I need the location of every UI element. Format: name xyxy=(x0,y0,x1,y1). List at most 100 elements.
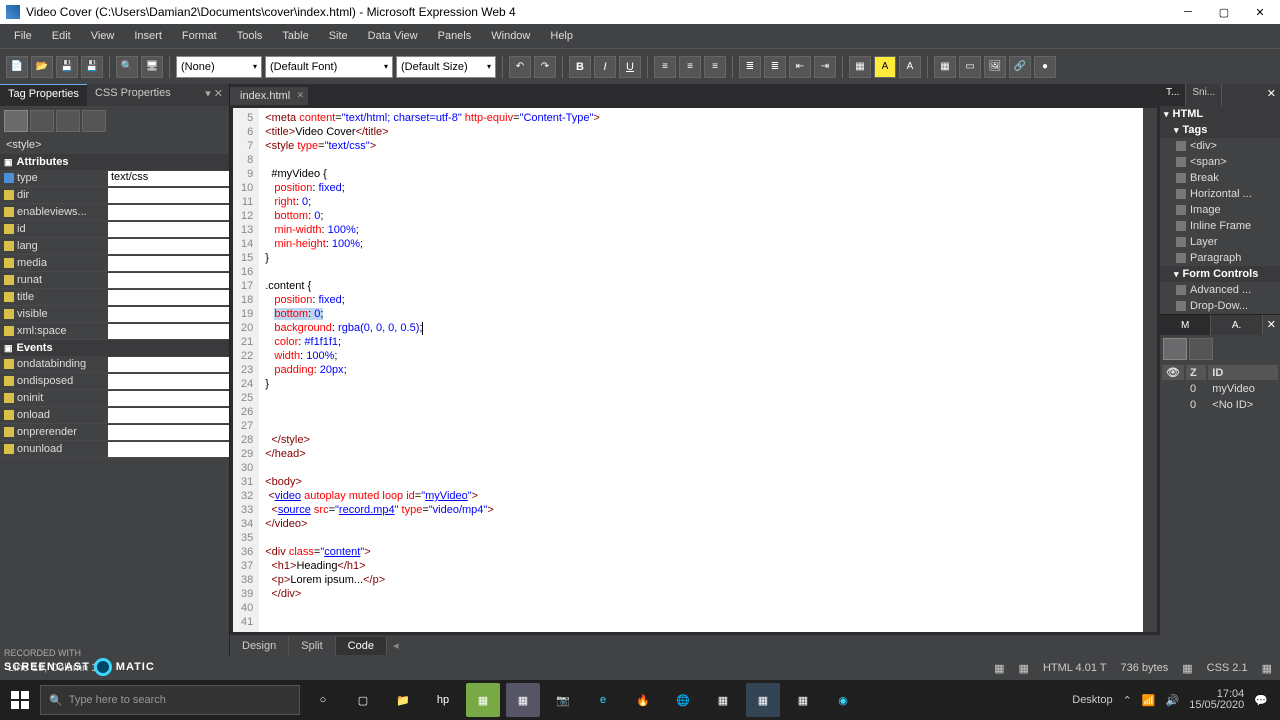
numbering-button[interactable]: ≣ xyxy=(764,56,786,78)
app-icon-5[interactable]: ▦ xyxy=(786,683,820,717)
app-icon-3[interactable]: 🔥 xyxy=(626,683,660,717)
taskbar-search[interactable]: 🔍 Type here to search xyxy=(40,685,300,715)
picture-button[interactable]: 🖼 xyxy=(984,56,1006,78)
attr-row-dir[interactable]: dir xyxy=(0,187,229,204)
toolbox-tags-header[interactable]: ▾Tags xyxy=(1160,122,1280,138)
align-right-button[interactable]: ≡ xyxy=(704,56,726,78)
status-schema-icon[interactable]: ▦ xyxy=(1182,662,1192,675)
toolbox-item[interactable]: Break xyxy=(1160,170,1280,186)
edge-icon[interactable]: e xyxy=(586,683,620,717)
event-row-ondisposed[interactable]: ondisposed xyxy=(0,373,229,390)
align-left-button[interactable]: ≡ xyxy=(654,56,676,78)
highlight-button[interactable]: A xyxy=(874,56,896,78)
attr-row-runat[interactable]: runat xyxy=(0,272,229,289)
bullets-button[interactable]: ≣ xyxy=(739,56,761,78)
camera-icon[interactable]: 📷 xyxy=(546,683,580,717)
menu-window[interactable]: Window xyxy=(481,27,540,45)
notifications-icon[interactable]: 💬 xyxy=(1254,694,1268,707)
toolbox-item[interactable]: <div> xyxy=(1160,138,1280,154)
show-set-button[interactable] xyxy=(56,110,80,132)
app-icon-1[interactable]: ▦ xyxy=(466,683,500,717)
tab-css-properties[interactable]: CSS Properties xyxy=(87,84,179,106)
panel-close-button[interactable]: ✕ xyxy=(1263,315,1280,335)
style-select[interactable]: (None)▾ xyxy=(176,56,262,78)
layer-row[interactable]: 0<No ID> xyxy=(1162,398,1278,412)
tab-tag-properties[interactable]: Tag Properties xyxy=(0,84,87,106)
view-tab-design[interactable]: Design xyxy=(230,637,289,655)
view-tab-split[interactable]: Split xyxy=(289,637,335,655)
view-scroll-left[interactable]: ◂ xyxy=(387,639,405,652)
preview-button[interactable]: 🔍 xyxy=(116,56,138,78)
menu-data-view[interactable]: Data View xyxy=(358,27,428,45)
underline-button[interactable]: U xyxy=(619,56,641,78)
menu-panels[interactable]: Panels xyxy=(428,27,482,45)
chrome-icon[interactable]: 🌐 xyxy=(666,683,700,717)
status-doctype[interactable]: HTML 4.01 T xyxy=(1043,662,1107,674)
view-tab-code[interactable]: Code xyxy=(336,637,387,655)
tray-chevron-icon[interactable]: ⌃ xyxy=(1123,694,1132,707)
font-select[interactable]: (Default Font)▾ xyxy=(265,56,393,78)
attr-row-type[interactable]: typetext/css xyxy=(0,170,229,187)
minimize-button[interactable]: ─ xyxy=(1174,3,1202,21)
cortana-button[interactable]: ○ xyxy=(306,683,340,717)
more-button[interactable]: ● xyxy=(1034,56,1056,78)
expression-web-icon[interactable]: ▦ xyxy=(746,683,780,717)
bold-button[interactable]: B xyxy=(569,56,591,78)
panel-close-button[interactable]: ▾ ✕ xyxy=(199,84,229,106)
task-view-button[interactable]: ▢ xyxy=(346,683,380,717)
indent-button[interactable]: ⇥ xyxy=(814,56,836,78)
toolbox-item[interactable]: Image xyxy=(1160,202,1280,218)
menu-help[interactable]: Help xyxy=(540,27,583,45)
italic-button[interactable]: I xyxy=(594,56,616,78)
outdent-button[interactable]: ⇤ xyxy=(789,56,811,78)
font-color-button[interactable]: A xyxy=(899,56,921,78)
status-mode-icon[interactable]: ▦ xyxy=(1019,662,1029,675)
attr-row-xml:space[interactable]: xml:space xyxy=(0,323,229,340)
event-row-ondatabinding[interactable]: ondatabinding xyxy=(0,356,229,373)
show-categorized-button[interactable] xyxy=(4,110,28,132)
save-button[interactable]: 💾 xyxy=(56,56,78,78)
layers-button[interactable]: ▭ xyxy=(959,56,981,78)
toolbox-item[interactable]: Horizontal ... xyxy=(1160,186,1280,202)
tab-snippets[interactable]: Sni... xyxy=(1186,84,1222,106)
undo-button[interactable]: ↶ xyxy=(509,56,531,78)
new-page-button[interactable]: 📄 xyxy=(6,56,28,78)
menu-table[interactable]: Table xyxy=(272,27,318,45)
attr-row-media[interactable]: media xyxy=(0,255,229,272)
menu-format[interactable]: Format xyxy=(172,27,227,45)
toolbox-item[interactable]: Paragraph xyxy=(1160,250,1280,266)
menu-edit[interactable]: Edit xyxy=(42,27,81,45)
show-alphabetical-button[interactable] xyxy=(30,110,54,132)
align-center-button[interactable]: ≡ xyxy=(679,56,701,78)
borders-button[interactable]: ▦ xyxy=(849,56,871,78)
toolbox-form-header[interactable]: ▾Form Controls xyxy=(1160,266,1280,282)
status-errors-icon[interactable]: ▦ xyxy=(1262,662,1272,675)
code-editor[interactable]: <meta content="text/html; charset=utf-8"… xyxy=(259,108,1143,632)
attr-row-lang[interactable]: lang xyxy=(0,238,229,255)
panel-close-button[interactable]: ✕ xyxy=(1263,84,1280,106)
event-row-oninit[interactable]: oninit xyxy=(0,390,229,407)
layers-options-button[interactable] xyxy=(1189,338,1213,360)
attr-row-id[interactable]: id xyxy=(0,221,229,238)
menu-file[interactable]: File xyxy=(4,27,42,45)
start-button[interactable] xyxy=(6,686,34,714)
tables-button[interactable]: ▦ xyxy=(934,56,956,78)
layer-row[interactable]: 0myVideo xyxy=(1162,382,1278,396)
toolbox-item[interactable]: <span> xyxy=(1160,154,1280,170)
tray-volume-icon[interactable]: 🔊 xyxy=(1166,694,1180,707)
event-row-onunload[interactable]: onunload xyxy=(0,441,229,458)
save-all-button[interactable]: 💾 xyxy=(81,56,103,78)
event-row-onprerender[interactable]: onprerender xyxy=(0,424,229,441)
menu-view[interactable]: View xyxy=(81,27,125,45)
tray-network-icon[interactable]: 📶 xyxy=(1142,694,1156,707)
size-select[interactable]: (Default Size)▾ xyxy=(396,56,496,78)
attr-row-visible[interactable]: visible xyxy=(0,306,229,323)
tab-manage-styles[interactable]: M xyxy=(1160,315,1211,335)
open-button[interactable]: 📂 xyxy=(31,56,53,78)
toolbox-html-header[interactable]: ▾HTML xyxy=(1160,106,1280,122)
layers-view-button[interactable] xyxy=(1163,338,1187,360)
attributes-header[interactable]: ▣Attributes xyxy=(0,154,229,170)
app-icon-4[interactable]: ▦ xyxy=(706,683,740,717)
attr-row-enableviews...[interactable]: enableviews... xyxy=(0,204,229,221)
maximize-button[interactable]: ▢ xyxy=(1210,3,1238,21)
